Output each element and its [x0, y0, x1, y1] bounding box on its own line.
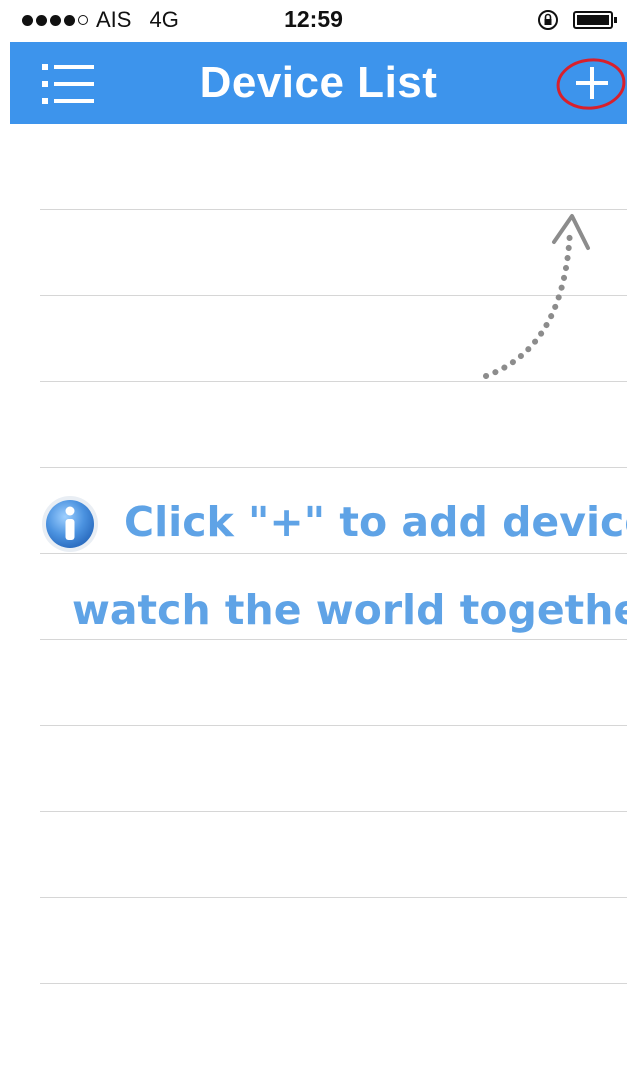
info-icon — [42, 496, 98, 552]
status-bar: AIS 4G 12:59 — [0, 0, 627, 42]
empty-state-line2: watch the world together — [0, 586, 627, 646]
orientation-lock-icon — [538, 10, 558, 30]
app-screen: AIS 4G 12:59 Device List Click "+" to ad… — [0, 0, 627, 1066]
list-divider — [40, 725, 627, 726]
empty-state-instruction: Click "+" to add device — [124, 498, 627, 546]
nav-bar: Device List — [10, 42, 627, 124]
empty-state-line1: Click "+" to add device — [0, 494, 627, 554]
list-divider — [40, 811, 627, 812]
battery-icon — [573, 11, 617, 29]
page-title: Device List — [199, 58, 438, 107]
status-time: 12:59 — [284, 6, 343, 32]
status-right — [537, 9, 617, 31]
plus-icon — [556, 58, 626, 110]
add-device-button[interactable] — [551, 52, 627, 114]
list-divider — [40, 897, 627, 898]
dotted-arrow-icon — [483, 214, 590, 379]
list-divider — [40, 467, 627, 468]
list-divider — [40, 983, 627, 984]
empty-state-tagline: watch the world together — [72, 586, 627, 634]
